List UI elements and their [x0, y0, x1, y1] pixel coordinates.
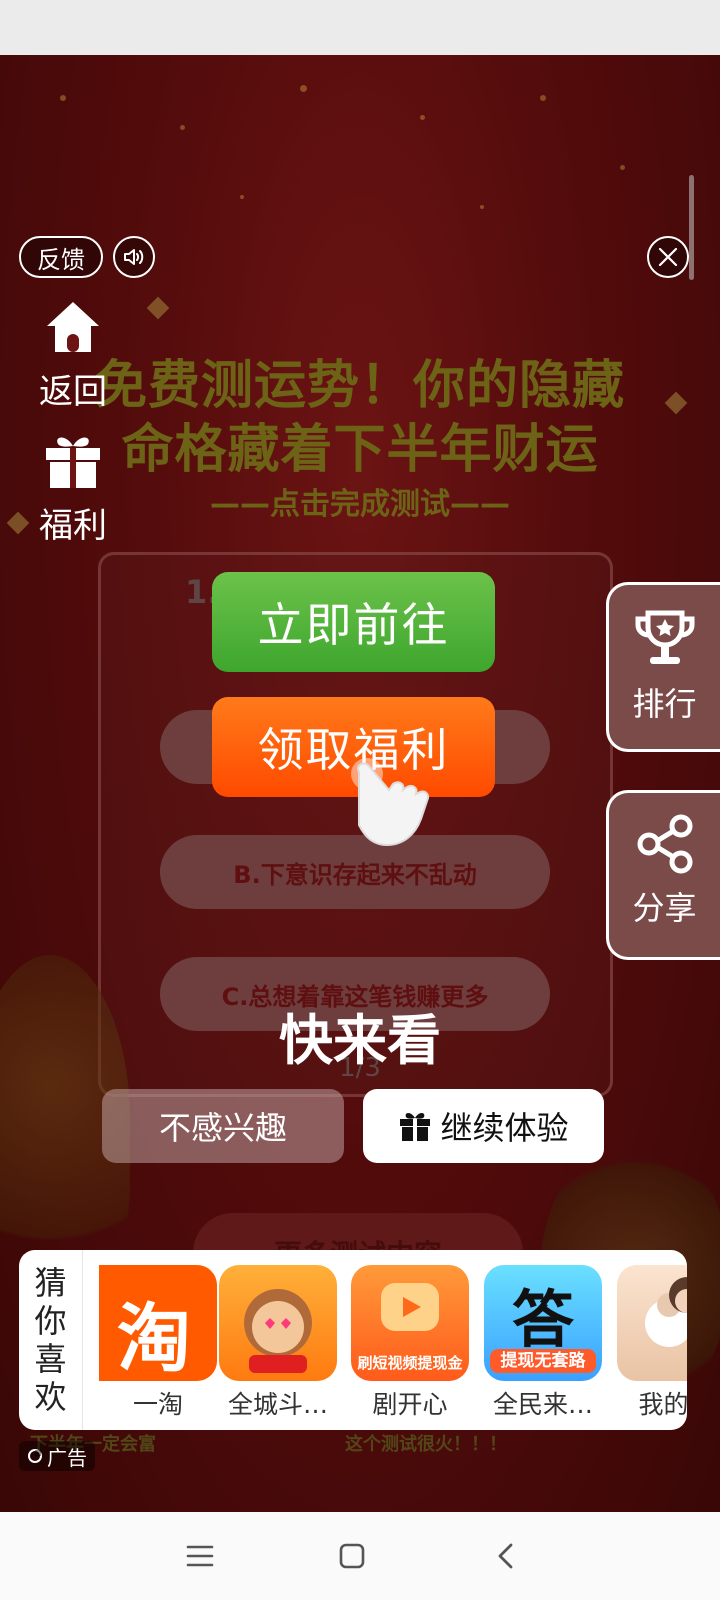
recent-apps-button[interactable]: [178, 1534, 222, 1578]
close-button[interactable]: [647, 236, 689, 278]
status-bar: [0, 0, 720, 55]
continue-label: 继续体验: [440, 1109, 569, 1147]
app-jukaixin[interactable]: 刷短视频提现金 剧开心: [351, 1265, 469, 1421]
app-quancheng[interactable]: 全城斗…: [219, 1265, 337, 1421]
home-button[interactable]: [330, 1534, 374, 1578]
rank-label: 排行: [632, 685, 697, 723]
app-wode[interactable]: 我的小: [617, 1265, 687, 1421]
app-yitao[interactable]: 淘 一淘: [99, 1265, 217, 1421]
share-label: 分享: [632, 889, 697, 927]
ad-info-icon: [28, 1449, 42, 1463]
gift-label: 福利: [39, 506, 107, 546]
app-icon: 答 提现无套路: [484, 1265, 602, 1381]
pointing-hand-icon: [351, 758, 430, 847]
ad-tag-label: 广告: [47, 1445, 87, 1470]
app-name: 全城斗…: [227, 1390, 328, 1419]
share-icon: [637, 814, 692, 874]
app-icon: [219, 1265, 337, 1381]
guess-label-char: 猜: [34, 1264, 67, 1302]
menu-icon: [186, 1545, 214, 1567]
trophy-icon: [635, 610, 694, 664]
app-name: 一淘: [132, 1390, 183, 1419]
app-name: 全民来…: [492, 1390, 593, 1419]
app-name: 我的小: [638, 1390, 687, 1419]
home-label: 返回: [39, 372, 107, 412]
go-now-button[interactable]: 立即前往: [212, 572, 495, 672]
chevron-left-icon: [498, 1543, 513, 1569]
prompt-headline: 快来看: [279, 1009, 441, 1072]
close-icon: [658, 247, 678, 267]
guess-label-char: 欢: [34, 1378, 67, 1416]
square-icon: [339, 1543, 365, 1569]
gift-icon: [46, 437, 100, 488]
app-strip[interactable]: 淘 一淘 全城斗… 刷短视频提现金 剧开心 答 提现无套路 全民来… 我的: [99, 1265, 687, 1425]
continue-button[interactable]: 继续体验: [363, 1089, 604, 1163]
rank-tab[interactable]: 排行: [606, 582, 720, 752]
app-icon: [617, 1265, 687, 1381]
guess-label-char: 喜: [34, 1340, 67, 1378]
guess-label-char: 你: [34, 1302, 67, 1340]
share-tab[interactable]: 分享: [606, 790, 720, 960]
app-icon: 淘: [99, 1265, 217, 1381]
home-icon: [47, 302, 99, 352]
guess-you-like-panel: 猜 你 喜 欢 淘 一淘 全城斗… 刷短视频提现金 剧开心 答 提现无套路 全民…: [19, 1250, 687, 1430]
feedback-button[interactable]: 反馈: [19, 236, 103, 278]
speaker-icon: [124, 249, 144, 265]
gift-nav[interactable]: 福利: [36, 430, 110, 547]
gift-icon: [400, 1113, 431, 1141]
ad-tag: 广告: [19, 1441, 95, 1471]
system-nav-bar: [0, 1512, 720, 1600]
home-nav[interactable]: 返回: [36, 298, 110, 413]
app-icon: 刷短视频提现金: [351, 1265, 469, 1381]
guess-you-like-label: 猜 你 喜 欢: [19, 1250, 83, 1430]
sound-button[interactable]: [113, 236, 155, 278]
back-button[interactable]: [484, 1534, 528, 1578]
app-quanmin[interactable]: 答 提现无套路 全民来…: [484, 1265, 602, 1421]
app-name: 剧开心: [372, 1390, 448, 1419]
not-interested-button[interactable]: 不感兴趣: [102, 1089, 344, 1163]
